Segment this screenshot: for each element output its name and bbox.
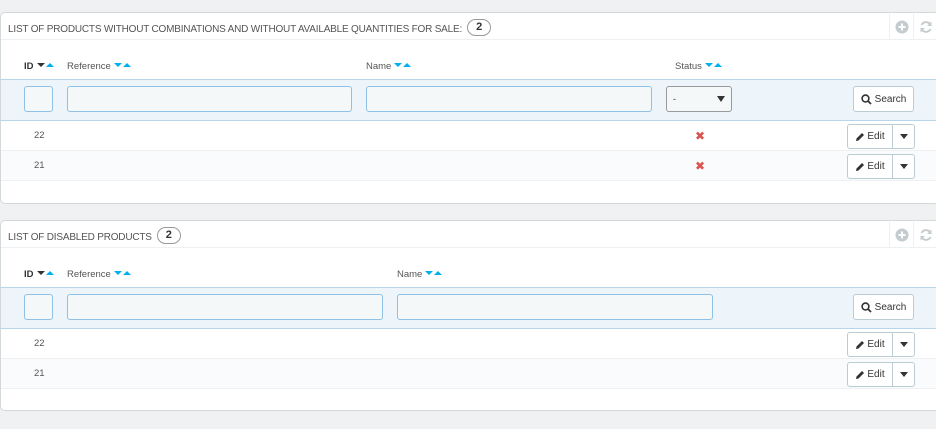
pencil-icon [856, 162, 865, 171]
add-new-button[interactable] [889, 13, 913, 40]
column-header-name[interactable]: Name [397, 269, 443, 280]
refresh-list-button[interactable] [913, 221, 936, 248]
caret-down-icon [899, 342, 908, 347]
column-header-name[interactable]: Name [366, 61, 412, 72]
filter-status-select[interactable]: - [666, 86, 732, 112]
filter-reference-input[interactable] [67, 86, 352, 112]
plus-circle-icon [895, 20, 908, 33]
refresh-icon [920, 228, 931, 241]
no-quantity-products-panel: LIST OF PRODUCTS WITHOUT COMBINATIONS AN… [0, 12, 936, 204]
pencil-icon [856, 132, 865, 141]
filter-row: - Search [1, 79, 936, 121]
table-row: 22 ✖ Edit [1, 121, 936, 151]
refresh-icon [920, 20, 931, 33]
filter-name-input[interactable] [397, 294, 713, 320]
search-button[interactable]: Search [853, 294, 914, 320]
sort-arrows[interactable] [394, 63, 412, 68]
count-badge: 2 [467, 19, 491, 36]
sort-arrows[interactable] [113, 63, 131, 68]
row-actions: Edit [847, 154, 915, 179]
pencil-icon [856, 340, 865, 349]
caret-down-icon [899, 134, 908, 139]
table-row: 21 Edit [1, 359, 936, 389]
filter-id-input[interactable] [24, 86, 53, 112]
filter-name-input[interactable] [366, 86, 652, 112]
column-header-status[interactable]: Status [675, 61, 722, 72]
add-new-button[interactable] [889, 221, 913, 248]
caret-down-icon [899, 372, 908, 377]
refresh-list-button[interactable] [913, 13, 936, 40]
filter-id-input[interactable] [24, 294, 53, 320]
filter-row: Search [1, 287, 936, 329]
column-header-id[interactable]: ID [24, 61, 54, 72]
edit-button[interactable]: Edit [848, 333, 893, 356]
sort-arrows[interactable] [425, 271, 443, 276]
row-id: 21 [34, 368, 45, 379]
sort-arrows[interactable] [36, 63, 54, 68]
row-actions-dropdown[interactable] [893, 155, 914, 178]
caret-down-icon [899, 164, 908, 169]
row-id: 22 [34, 130, 45, 141]
search-icon [860, 93, 872, 105]
table-row: 21 ✖ Edit [1, 151, 936, 181]
column-header-reference[interactable]: Reference [67, 269, 131, 280]
count-badge: 2 [156, 227, 181, 244]
row-actions: Edit [847, 124, 915, 149]
search-button[interactable]: Search [853, 86, 914, 112]
edit-button[interactable]: Edit [848, 125, 893, 148]
column-header-id[interactable]: ID [24, 269, 54, 280]
caret-down-icon [717, 96, 725, 102]
plus-circle-icon [895, 228, 908, 241]
sort-arrows[interactable] [704, 63, 722, 68]
panel-title: LIST OF DISABLED PRODUCTS 2 [8, 227, 181, 246]
search-icon [860, 301, 872, 313]
row-id: 22 [34, 338, 45, 349]
row-actions: Edit [847, 362, 915, 387]
filter-reference-input[interactable] [67, 294, 383, 320]
disabled-products-panel: LIST OF DISABLED PRODUCTS 2 ID Reference … [0, 220, 936, 411]
panel-heading: LIST OF PRODUCTS WITHOUT COMBINATIONS AN… [1, 13, 936, 40]
row-actions-dropdown[interactable] [893, 363, 914, 386]
sort-arrows[interactable] [36, 271, 54, 276]
table-row: 22 Edit [1, 329, 936, 359]
pencil-icon [856, 370, 865, 379]
row-actions-dropdown[interactable] [893, 125, 914, 148]
row-actions: Edit [847, 332, 915, 357]
row-actions-dropdown[interactable] [893, 333, 914, 356]
row-id: 21 [34, 160, 45, 171]
times-icon[interactable]: ✖ [695, 129, 705, 143]
sort-arrows[interactable] [113, 271, 131, 276]
times-icon[interactable]: ✖ [695, 159, 705, 173]
panel-title: LIST OF PRODUCTS WITHOUT COMBINATIONS AN… [8, 19, 491, 38]
edit-button[interactable]: Edit [848, 363, 893, 386]
column-header-reference[interactable]: Reference [67, 61, 131, 72]
panel-heading: LIST OF DISABLED PRODUCTS 2 [1, 221, 936, 248]
edit-button[interactable]: Edit [848, 155, 893, 178]
